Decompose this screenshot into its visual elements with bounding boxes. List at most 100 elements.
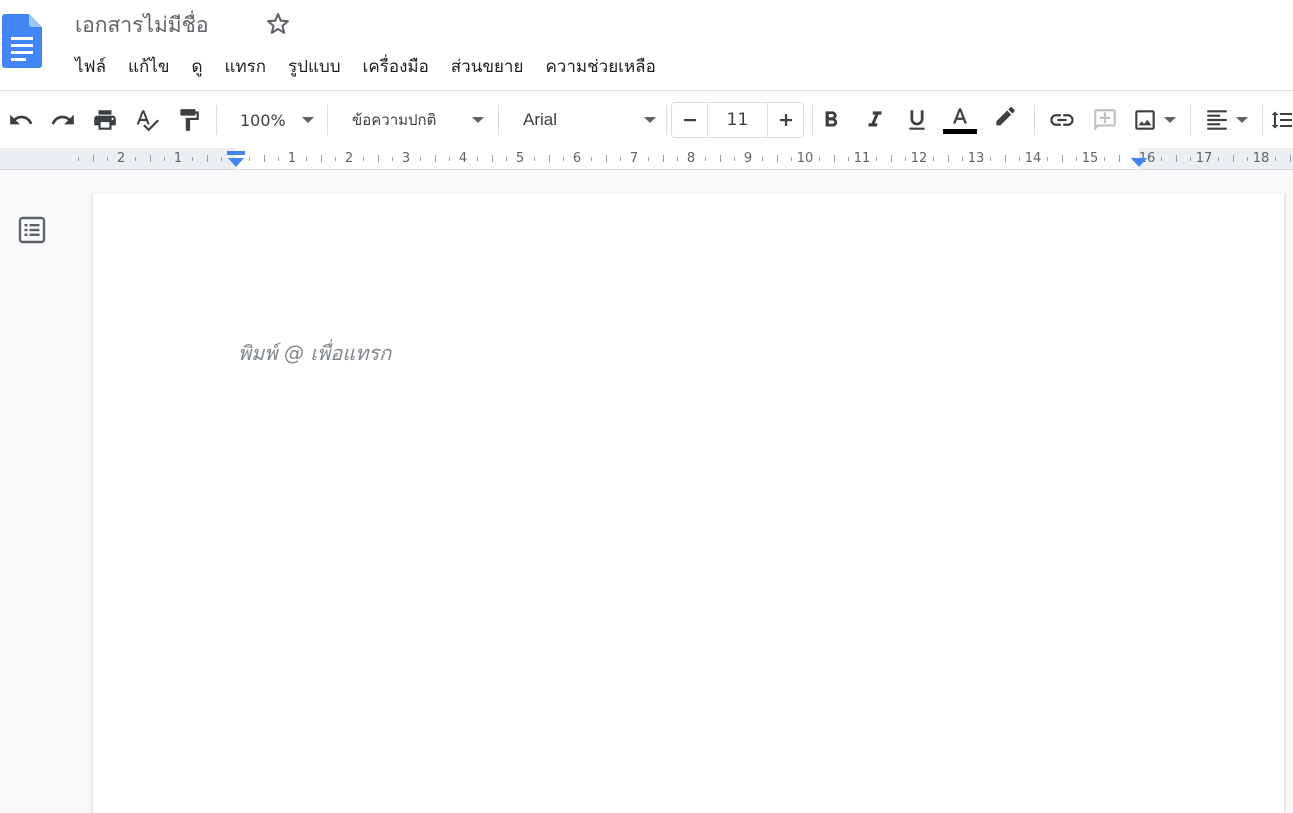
undo-icon xyxy=(10,114,33,125)
left-indent-marker-icon[interactable] xyxy=(226,149,246,168)
document-placeholder[interactable]: พิมพ์ @ เพื่อแทรก xyxy=(238,337,391,369)
text-color-swatch xyxy=(943,129,977,134)
horizontal-ruler[interactable]: 2 1 1 2 3 4 5 6 7 8 9 10 11 12 13 14 15 16 17 18 xyxy=(0,148,1293,170)
ruler-tick xyxy=(905,157,906,161)
ruler-tick xyxy=(620,157,621,161)
document-outline-icon[interactable] xyxy=(16,214,48,246)
star-icon[interactable] xyxy=(264,10,292,38)
ruler-label: 7 xyxy=(629,151,639,166)
menu-help[interactable]: ความช่วยเหลือ xyxy=(534,52,666,82)
text-color-button[interactable] xyxy=(942,91,978,149)
ruler-tick xyxy=(1275,157,1276,161)
ruler-tick xyxy=(1019,157,1020,161)
ruler-tick xyxy=(378,155,379,162)
ruler-label: 2 xyxy=(344,151,354,166)
text-color-icon xyxy=(952,108,968,124)
ruler-label: 15 xyxy=(1081,151,1099,166)
ruler-tick xyxy=(335,157,336,161)
zoom-select[interactable]: 100% xyxy=(228,91,320,149)
menu-extensions[interactable]: ส่วนขยาย xyxy=(440,52,535,82)
style-value: ข้อความปกติ xyxy=(352,111,437,129)
spellcheck-icon xyxy=(136,110,159,132)
ruler-tick xyxy=(435,155,436,162)
ruler-label: 4 xyxy=(458,151,468,166)
ruler-tick xyxy=(791,157,792,161)
ruler-tick xyxy=(492,155,493,162)
ruler-tick xyxy=(363,157,364,161)
menu-file[interactable]: ไฟล์ xyxy=(64,52,117,82)
style-select[interactable]: ข้อความปกติ xyxy=(340,91,490,149)
ruler-tick xyxy=(1290,155,1291,162)
ruler-tick xyxy=(891,155,892,162)
right-indent-marker-icon[interactable] xyxy=(1130,157,1148,168)
title-bar: เอกสารไม่มีชื่อ ไฟล์ แก้ไข ดู แทรก รูปแบ… xyxy=(0,0,1293,90)
document-title[interactable]: เอกสารไม่มีชื่อ xyxy=(75,8,209,42)
add-comment-button[interactable] xyxy=(1090,91,1120,149)
increase-font-size-button[interactable] xyxy=(767,102,804,138)
align-button[interactable] xyxy=(1200,91,1252,149)
ruler-tick xyxy=(663,155,664,162)
ruler-tick xyxy=(477,157,478,161)
ruler-tick xyxy=(534,157,535,161)
ruler-label: 18 xyxy=(1252,151,1270,166)
ruler-tick xyxy=(990,157,991,161)
ruler-tick xyxy=(150,155,151,162)
toolbar-divider xyxy=(327,105,328,135)
decrease-font-size-button[interactable] xyxy=(671,102,708,138)
toolbar-divider xyxy=(216,105,217,135)
line-spacing-button[interactable] xyxy=(1270,91,1292,149)
toolbar-divider xyxy=(498,105,499,135)
insert-link-button[interactable] xyxy=(1046,91,1078,149)
minus-icon xyxy=(683,119,696,122)
menu-format[interactable]: รูปแบบ xyxy=(277,52,351,82)
spellcheck-button[interactable] xyxy=(132,91,162,149)
ruler-tick xyxy=(107,157,108,161)
italic-button[interactable] xyxy=(860,91,890,149)
redo-icon xyxy=(51,114,74,125)
highlight-button[interactable] xyxy=(990,91,1020,149)
comment-icon xyxy=(1094,109,1116,131)
ruler-tick xyxy=(249,157,250,161)
ruler-tick xyxy=(207,155,208,162)
print-button[interactable] xyxy=(90,91,120,149)
ruler-label: 8 xyxy=(686,151,696,166)
ruler-label: 17 xyxy=(1195,151,1213,166)
ruler-tick xyxy=(777,155,778,162)
menu-edit[interactable]: แก้ไข xyxy=(117,52,180,82)
toolbar-divider xyxy=(1262,105,1263,135)
toolbar-divider xyxy=(812,105,813,135)
highlight-icon xyxy=(996,107,1015,126)
font-select[interactable]: Arial xyxy=(510,91,662,149)
zoom-value: 100% xyxy=(240,110,286,130)
bold-button[interactable] xyxy=(816,91,846,149)
ruler-label: 12 xyxy=(910,151,928,166)
menu-view[interactable]: ดู xyxy=(180,52,213,82)
ruler-tick xyxy=(734,157,735,161)
google-docs-logo[interactable] xyxy=(2,14,42,68)
ruler-tick xyxy=(648,157,649,161)
ruler-tick xyxy=(563,157,564,161)
ruler-tick xyxy=(677,157,678,161)
paint-format-button[interactable] xyxy=(174,91,204,149)
ruler-tick xyxy=(1104,157,1105,161)
ruler-tick xyxy=(264,155,265,162)
ruler-label: 2 xyxy=(116,151,126,166)
ruler-tick xyxy=(1076,157,1077,161)
redo-button[interactable] xyxy=(48,91,78,149)
document-page[interactable]: พิมพ์ @ เพื่อแทรก xyxy=(93,193,1284,813)
ruler-tick xyxy=(876,157,877,161)
bold-icon xyxy=(825,111,838,127)
chevron-down-icon xyxy=(644,117,656,123)
insert-image-button[interactable] xyxy=(1128,91,1180,149)
undo-button[interactable] xyxy=(6,91,36,149)
ruler-label: 1 xyxy=(173,151,183,166)
ruler-tick xyxy=(834,155,835,162)
menu-insert[interactable]: แทรก xyxy=(213,52,277,82)
font-size-input[interactable]: 11 xyxy=(707,102,768,138)
underline-button[interactable] xyxy=(902,91,932,149)
ruler-tick xyxy=(1176,155,1177,162)
ruler-tick xyxy=(1233,155,1234,162)
ruler-tick xyxy=(392,157,393,161)
menu-tools[interactable]: เครื่องมือ xyxy=(352,52,440,82)
ruler-tick xyxy=(1047,157,1048,161)
